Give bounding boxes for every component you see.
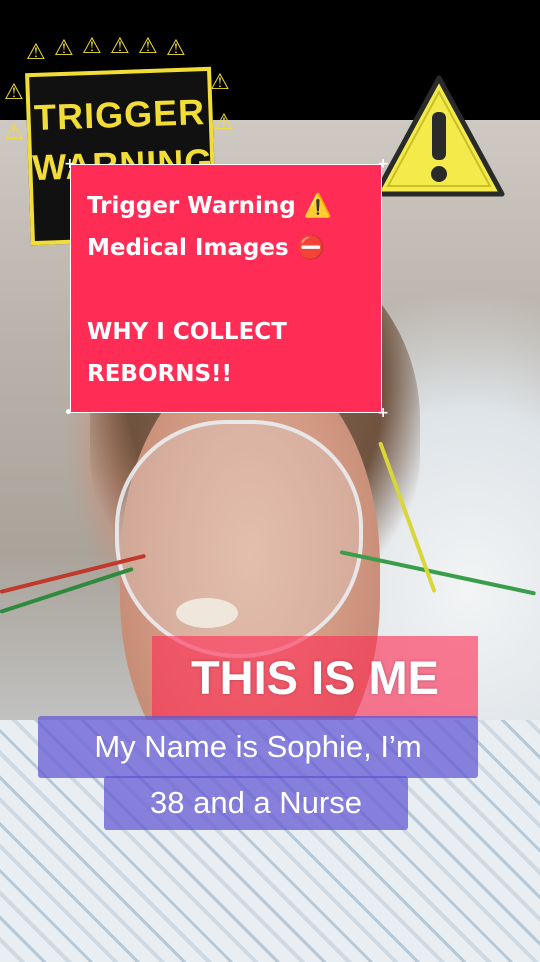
warning-triangle-icon: ⚠ — [4, 120, 24, 145]
warning-triangle-icon: ⚠ — [110, 34, 130, 59]
warning-triangle-icon: ⚠ — [210, 70, 230, 95]
corner-handle: • — [64, 405, 73, 421]
intro-text-1: My Name is Sophie, I’m — [94, 729, 422, 764]
warning-triangle-icon: ⚠ — [54, 36, 74, 61]
caption-line-1: Trigger Warning ⚠️ — [87, 193, 333, 219]
intro-text-2: 38 and a Nurse — [150, 785, 362, 820]
this-is-me-text: THIS IS ME — [190, 650, 440, 704]
warning-triangle-icon: ⚠ — [4, 80, 24, 105]
warning-triangle-icon — [373, 75, 505, 197]
corner-handle: + — [64, 156, 76, 172]
caption-line-4: WHY I COLLECT — [87, 319, 287, 345]
warning-triangle-icon: ⚠ — [138, 34, 158, 59]
corner-handle: + — [377, 156, 389, 172]
warning-triangle-icon: ⚠ — [26, 40, 46, 65]
intro-caption-line1: My Name is Sophie, I’m — [38, 716, 478, 778]
warning-triangle-icon: ⚠ — [82, 34, 102, 59]
corner-handle: + — [377, 405, 389, 421]
caption-card: Trigger Warning ⚠️ Medical Images ⛔ WHY … — [64, 157, 389, 420]
warning-triangle-icon: ⚠ — [166, 36, 186, 61]
mask-pad — [176, 598, 238, 628]
trigger-warning-line1: TRIGGER — [33, 91, 206, 138]
video-frame: ⚠ ⚠ ⚠ ⚠ ⚠ ⚠ ⚠ ⚠ ⚠ ⚠ TRIGGER WARNING Trig… — [0, 0, 540, 962]
oxygen-mask — [115, 420, 363, 658]
caption-line-5: REBORNS!! — [87, 361, 233, 387]
caption-line-2: Medical Images ⛔ — [87, 235, 326, 261]
this-is-me-banner: THIS IS ME — [152, 636, 478, 718]
warning-triangle-icon: ⚠ — [214, 110, 234, 135]
intro-caption-line2: 38 and a Nurse — [104, 776, 408, 830]
